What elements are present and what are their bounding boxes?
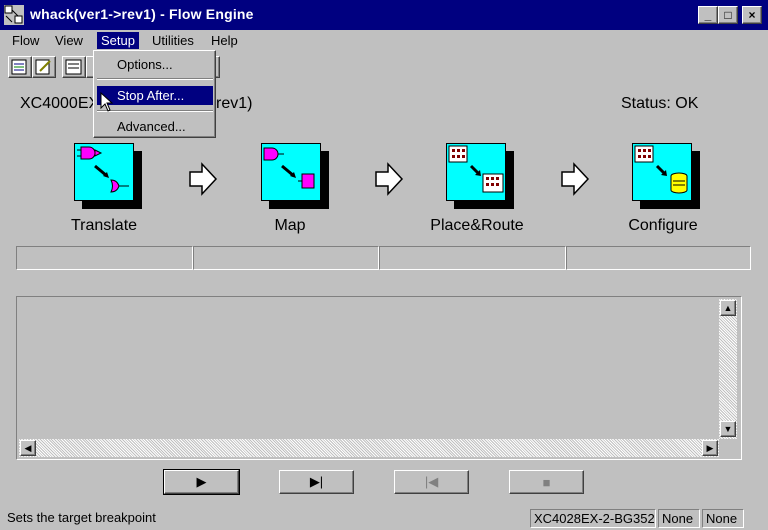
status-field-3: None — [702, 509, 744, 528]
menu-bar: Flow View Setup Utilities Help — [0, 30, 768, 50]
progress-place-route — [379, 246, 566, 270]
map-icon[interactable] — [261, 143, 331, 211]
vertical-scrollbar[interactable] — [719, 299, 737, 439]
menu-flow[interactable]: Flow — [8, 32, 43, 49]
step-forward-icon: ▶| — [309, 474, 324, 489]
configure-icon[interactable] — [632, 143, 702, 211]
status-device: XC4028EX-2-BG352 — [530, 509, 656, 528]
minimize-button[interactable]: _ — [698, 6, 718, 24]
maximize-button[interactable]: □ — [718, 6, 738, 24]
maximize-icon: □ — [724, 8, 732, 22]
status-label: Status: OK — [621, 95, 699, 112]
triangle-down-icon: ▼ — [723, 424, 733, 434]
device-label-prefix: XC4000EX — [20, 95, 100, 112]
report-icon — [65, 59, 82, 75]
toolbar-button-2[interactable] — [32, 56, 56, 78]
toolbar-button-1[interactable] — [8, 56, 32, 78]
menu-help[interactable]: Help — [207, 32, 242, 49]
step-back-icon: |◀ — [424, 474, 439, 489]
menu-item-stop-after[interactable]: Stop After... — [97, 86, 213, 105]
list-icon — [11, 59, 27, 75]
stop-icon: ■ — [542, 474, 551, 490]
horizontal-scrollbar[interactable] — [19, 439, 719, 457]
menu-view[interactable]: View — [51, 32, 87, 49]
step-label-place-route: Place&Route — [430, 217, 524, 234]
status-bar: Sets the target breakpoint XC4028EX-2-BG… — [0, 507, 768, 530]
scroll-right-button[interactable]: ▶ — [702, 440, 718, 456]
menu-separator — [97, 78, 213, 80]
window-title: whack(ver1->rev1) - Flow Engine — [30, 6, 254, 22]
step-label-configure: Configure — [628, 217, 698, 234]
toolbar-button-3[interactable] — [62, 56, 86, 78]
step-label-translate: Translate — [70, 217, 138, 234]
triangle-right-icon: ▶ — [706, 442, 714, 453]
step-forward-button[interactable]: ▶| — [279, 470, 354, 494]
arrow-right-icon — [375, 162, 404, 196]
mouse-cursor-icon — [100, 92, 114, 112]
progress-translate — [16, 246, 193, 270]
triangle-up-icon: ▲ — [723, 303, 733, 313]
run-button[interactable]: ▶ — [163, 469, 240, 495]
step-back-button[interactable]: |◀ — [394, 470, 469, 494]
play-icon: ▶ — [196, 474, 207, 489]
progress-map — [193, 246, 379, 270]
device-label-suffix: rev1) — [216, 95, 253, 112]
scroll-up-button[interactable]: ▲ — [720, 300, 736, 316]
menu-setup[interactable]: Setup — [97, 32, 139, 49]
menu-item-options[interactable]: Options... — [97, 55, 213, 74]
close-button[interactable]: × — [742, 6, 762, 24]
step-label-map: Map — [274, 217, 306, 234]
menu-utilities[interactable]: Utilities — [148, 32, 198, 49]
progress-configure — [566, 246, 751, 270]
triangle-left-icon: ◀ — [24, 442, 32, 453]
arrow-right-icon — [189, 162, 218, 196]
status-field-2: None — [658, 509, 700, 528]
edit-icon — [35, 59, 51, 75]
scroll-down-button[interactable]: ▼ — [720, 421, 736, 437]
scroll-left-button[interactable]: ◀ — [20, 440, 36, 456]
stop-button[interactable]: ■ — [509, 470, 584, 494]
title-bar[interactable]: whack(ver1->rev1) - Flow Engine _ □ × — [0, 0, 768, 30]
translate-icon[interactable] — [74, 143, 144, 211]
place-route-icon[interactable] — [446, 143, 516, 211]
menu-separator — [97, 110, 213, 112]
menu-item-advanced[interactable]: Advanced... — [97, 117, 213, 136]
app-icon[interactable] — [4, 5, 24, 25]
close-icon: × — [748, 8, 756, 22]
minimize-icon: _ — [704, 8, 712, 22]
log-panel[interactable]: ▲ ▼ ◀ ▶ — [16, 296, 742, 460]
status-message: Sets the target breakpoint — [7, 510, 156, 525]
arrow-right-icon — [561, 162, 590, 196]
